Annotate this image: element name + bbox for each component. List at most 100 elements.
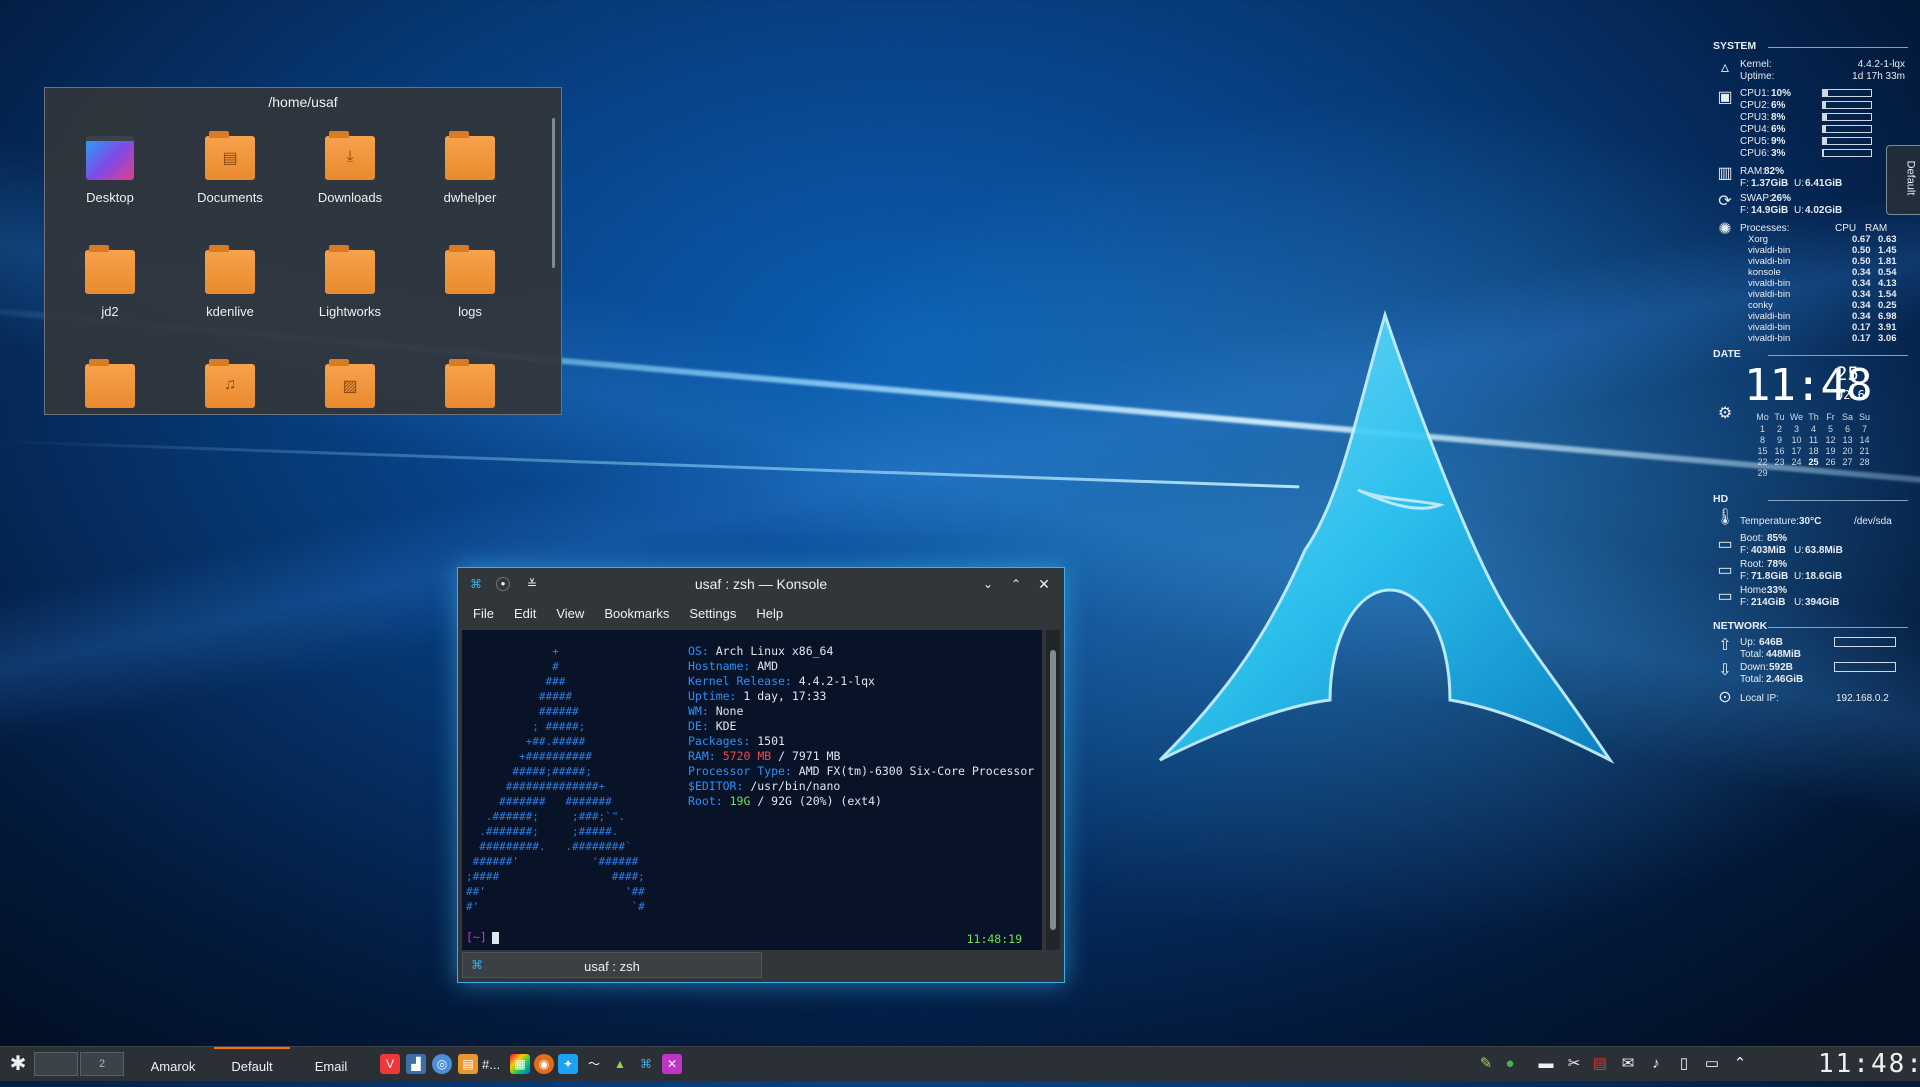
- calendar-date: 19: [1825, 446, 1836, 456]
- menu-file[interactable]: File: [464, 600, 505, 626]
- cpu-usage-bar: [1822, 113, 1872, 121]
- conky-text: F:: [1740, 597, 1749, 608]
- folder-item-label: jd2: [101, 304, 119, 319]
- terminal-scrollbar[interactable]: [1046, 630, 1060, 950]
- folder-item[interactable]: logs: [415, 245, 525, 319]
- section-divider: [1768, 500, 1908, 501]
- process-ram: 1.45: [1878, 245, 1897, 256]
- folder-item[interactable]: [55, 359, 165, 412]
- menu-help[interactable]: Help: [747, 600, 794, 626]
- ram-icon: ▥: [1717, 165, 1733, 182]
- mail-icon[interactable]: ✉: [1618, 1054, 1638, 1074]
- activity-default-tab[interactable]: Default: [1886, 145, 1920, 215]
- info-line: DE: KDE: [688, 719, 1034, 734]
- x-app-icon[interactable]: ✕: [662, 1054, 682, 1074]
- app-grid-icon[interactable]: ▦: [510, 1054, 530, 1074]
- folder-item[interactable]: Lightworks: [295, 245, 405, 319]
- process-name: vivaldi-bin: [1748, 311, 1791, 322]
- conky-text: U:: [1794, 205, 1804, 216]
- calendar-date: 8: [1759, 435, 1765, 445]
- calendar-date: 16: [1774, 446, 1785, 456]
- task-amarok[interactable]: Amarok: [134, 1047, 212, 1081]
- process-name: vivaldi-bin: [1748, 289, 1791, 300]
- clipboard-scissors-icon[interactable]: ✂: [1564, 1054, 1584, 1074]
- kde-launcher-icon[interactable]: ✱: [6, 1047, 30, 1081]
- launcher-text[interactable]: #...: [482, 1047, 500, 1081]
- pictures-folder-icon: ▨: [325, 359, 375, 410]
- task-default[interactable]: Default: [214, 1047, 290, 1081]
- chromium-icon[interactable]: ◎: [432, 1054, 452, 1074]
- calendar-day-header: Tu: [1774, 412, 1785, 422]
- downloads-folder-icon: ⤓: [325, 131, 375, 182]
- info-value: 19G: [729, 794, 751, 808]
- conky-text: Total:: [1740, 649, 1764, 660]
- tab-bar: ⌘ usaf : zsh: [462, 952, 1058, 980]
- terminal-icon[interactable]: 〜: [584, 1054, 604, 1074]
- folder-item[interactable]: ▨: [295, 359, 405, 412]
- folder-item[interactable]: [415, 359, 525, 412]
- folder-item[interactable]: jd2: [55, 245, 165, 319]
- folder-item[interactable]: Desktop: [55, 132, 165, 205]
- scrollbar-thumb[interactable]: [1050, 650, 1056, 930]
- pager-desktop-2[interactable]: 2: [80, 1052, 124, 1076]
- calendar-date: 2: [1776, 424, 1782, 434]
- conky-text: 85%: [1767, 533, 1788, 544]
- menu-bookmarks[interactable]: Bookmarks: [595, 600, 680, 626]
- pager-desktop-1[interactable]: [34, 1052, 78, 1076]
- system-monitor-icon[interactable]: ▟: [406, 1054, 426, 1074]
- konsole-launcher-icon[interactable]: ⌘: [636, 1054, 656, 1074]
- process-row: vivaldi-bin 0.34 1.54: [1748, 289, 1898, 300]
- folder-item[interactable]: ♫: [175, 359, 285, 412]
- calendar-date: 27: [1842, 457, 1853, 467]
- process-cpu: 0.34: [1852, 278, 1871, 289]
- android-icon[interactable]: ▲: [610, 1054, 630, 1074]
- conky-clock-seconds: 25: [1836, 363, 1859, 385]
- conky-text: U:: [1794, 545, 1804, 556]
- keyboard-layout-flag-icon[interactable]: ▤: [1590, 1054, 1610, 1074]
- folder-item[interactable]: kdenlive: [175, 245, 285, 319]
- process-row: vivaldi-bin 0.34 4.13: [1748, 278, 1898, 289]
- pen-tool-icon[interactable]: ✎: [1476, 1054, 1496, 1074]
- conky-clock-date: 02 6: [1836, 388, 1865, 402]
- prompt-text: [~]: [466, 930, 487, 944]
- folder-item-label: Downloads: [317, 190, 383, 205]
- konsole-window: ⌘ ● ≚ usaf : zsh — Konsole ⌄ ⌃ ✕ File Edi…: [457, 567, 1065, 983]
- section-divider: [1768, 627, 1908, 628]
- tab-zsh[interactable]: ⌘ usaf : zsh: [462, 952, 762, 978]
- conky-text: Boot:: [1740, 533, 1764, 544]
- menu-edit[interactable]: Edit: [505, 600, 547, 626]
- folder-item[interactable]: ⤓ Downloads: [295, 131, 405, 205]
- file-manager-icon[interactable]: ▤: [458, 1054, 478, 1074]
- minimize-icon[interactable]: ⌄: [980, 576, 996, 592]
- process-name: konsole: [1748, 267, 1781, 278]
- conky-text: 18.6GiB: [1805, 571, 1843, 582]
- tray-expand-icon[interactable]: ⌃: [1730, 1054, 1750, 1074]
- conky-text: 10%: [1771, 88, 1792, 99]
- folder-icon: [325, 245, 375, 296]
- menu-settings[interactable]: Settings: [680, 600, 747, 626]
- battery-icon[interactable]: ▯: [1674, 1054, 1694, 1074]
- window-titlebar[interactable]: ⌘ ● ≚ usaf : zsh — Konsole ⌄ ⌃ ✕: [458, 568, 1064, 600]
- process-name: Xorg: [1748, 234, 1769, 245]
- cpu-usage-bar: [1822, 125, 1872, 133]
- taskbar-clock[interactable]: 11:48:28: [1818, 1049, 1920, 1079]
- status-dot-icon[interactable]: ●: [1500, 1054, 1520, 1074]
- info-value: KDE: [708, 719, 737, 733]
- folder-item[interactable]: dwhelper: [415, 131, 525, 205]
- terminal-area[interactable]: + # ### ##### ###### ; #####; +##.##### …: [462, 630, 1042, 950]
- menu-view[interactable]: View: [547, 600, 595, 626]
- info-key: Packages:: [688, 734, 751, 748]
- folder-view-scrollbar[interactable]: [552, 118, 555, 268]
- maximize-icon[interactable]: ⌃: [1008, 576, 1024, 592]
- folder-item[interactable]: ▤ Documents: [175, 131, 285, 205]
- calendar-date: 7: [1861, 424, 1867, 434]
- twitter-icon[interactable]: ✦: [558, 1054, 578, 1074]
- chat-icon[interactable]: ▬: [1536, 1054, 1556, 1074]
- firefox-icon[interactable]: ◉: [534, 1054, 554, 1074]
- close-icon[interactable]: ✕: [1036, 576, 1052, 592]
- process-ram: 0.54: [1878, 267, 1897, 278]
- task-email[interactable]: Email: [296, 1047, 366, 1081]
- volume-icon[interactable]: ♪: [1646, 1054, 1666, 1074]
- display-icon[interactable]: ▭: [1702, 1054, 1722, 1074]
- vivaldi-icon[interactable]: V: [380, 1054, 400, 1074]
